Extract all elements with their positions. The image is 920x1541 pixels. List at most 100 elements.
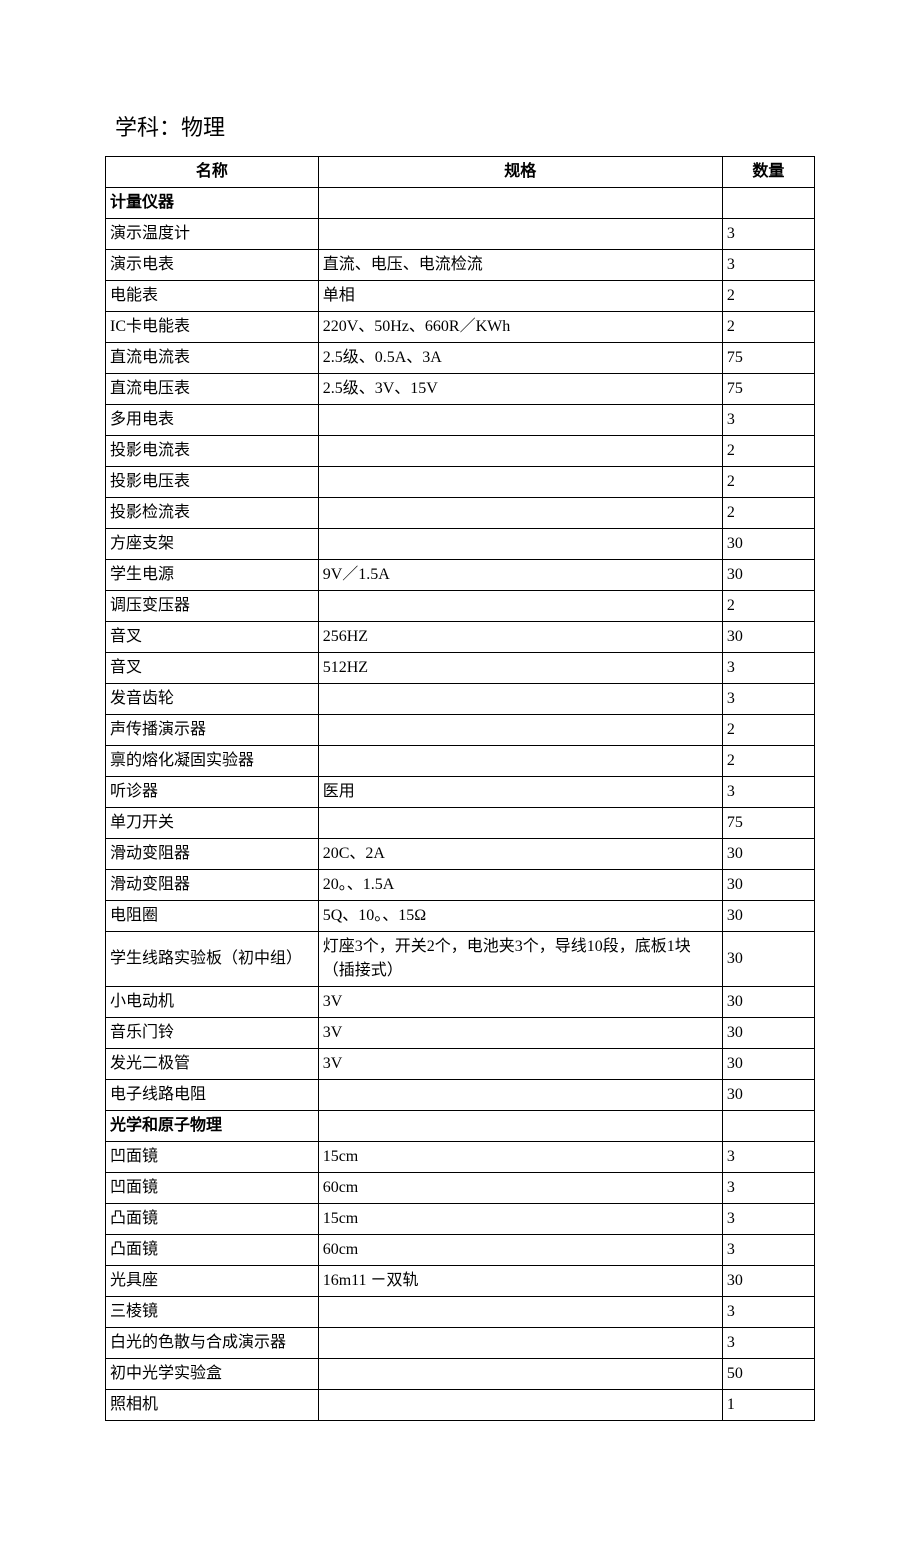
cell-qty: 3	[722, 1235, 814, 1266]
cell-name: 单刀开关	[106, 808, 319, 839]
cell-spec: 医用	[318, 777, 722, 808]
cell-name: 演示电表	[106, 250, 319, 281]
cell-qty: 30	[722, 987, 814, 1018]
table-row: 三棱镜3	[106, 1297, 815, 1328]
cell-spec	[318, 1297, 722, 1328]
cell-name: 电阻圈	[106, 901, 319, 932]
table-row: 投影电流表 2	[106, 436, 815, 467]
table-row: 光具座16m11 ㄧ双轨30	[106, 1266, 815, 1297]
cell-name: 滑动变阻器	[106, 839, 319, 870]
table-row: 直流电流表2.5级、0.5A、3A75	[106, 343, 815, 374]
table-row: 凹面镜60cm3	[106, 1173, 815, 1204]
cell-name: 照相机	[106, 1390, 319, 1421]
page-title: 学科：物理	[115, 110, 815, 142]
cell-name: 凹面镜	[106, 1142, 319, 1173]
table-row: 白光的色散与合成演示器3	[106, 1328, 815, 1359]
cell-spec: 20。、1.5A	[318, 870, 722, 901]
cell-spec	[318, 436, 722, 467]
table-row: 滑动变阻器20C、2A30	[106, 839, 815, 870]
cell-spec	[318, 529, 722, 560]
cell-spec: 512HZ	[318, 653, 722, 684]
cell-name: 声传播演示器	[106, 715, 319, 746]
table-row: 学生线路实验板（初中组）灯座3个，开关2个，电池夹3个，导线10段，底板1块（插…	[106, 932, 815, 987]
cell-qty: 2	[722, 746, 814, 777]
table-row: 音叉256HZ30	[106, 622, 815, 653]
cell-name: 光具座	[106, 1266, 319, 1297]
cell-qty: 30	[722, 932, 814, 987]
cell-qty: 2	[722, 715, 814, 746]
cell-qty: 2	[722, 312, 814, 343]
cell-name: 听诊器	[106, 777, 319, 808]
cell-spec: 256HZ	[318, 622, 722, 653]
table-row: 凹面镜15cm3	[106, 1142, 815, 1173]
cell-qty: 2	[722, 591, 814, 622]
table-row: 发音齿轮 3	[106, 684, 815, 715]
table-row: 初中光学实验盒50	[106, 1359, 815, 1390]
cell-qty: 3	[722, 250, 814, 281]
cell-name: 白光的色散与合成演示器	[106, 1328, 319, 1359]
table-row: 方座支架30	[106, 529, 815, 560]
table-row: 小电动机3V30	[106, 987, 815, 1018]
cell-spec: 60cm	[318, 1235, 722, 1266]
cell-qty: 1	[722, 1390, 814, 1421]
cell-spec: 220V、50Hz、660R／KWh	[318, 312, 722, 343]
cell-name: 发音齿轮	[106, 684, 319, 715]
cell-qty: 30	[722, 1049, 814, 1080]
table-row: IC卡电能表220V、50Hz、660R／KWh2	[106, 312, 815, 343]
cell-name: 学生线路实验板（初中组）	[106, 932, 319, 987]
table-row: 音乐门铃3V30	[106, 1018, 815, 1049]
cell-name: 直流电压表	[106, 374, 319, 405]
cell-spec	[318, 1390, 722, 1421]
cell-spec: 3V	[318, 1049, 722, 1080]
table-row: 投影检流表2	[106, 498, 815, 529]
cell-name: 光学和原子物理	[106, 1111, 319, 1142]
table-row: 音叉512HZ3	[106, 653, 815, 684]
table-row: 照相机 1	[106, 1390, 815, 1421]
table-row: 光学和原子物理	[106, 1111, 815, 1142]
cell-spec	[318, 219, 722, 250]
table-row: 直流电压表2.5级、3V、15V75	[106, 374, 815, 405]
cell-name: 凸面镜	[106, 1204, 319, 1235]
table-row: 听诊器医用3	[106, 777, 815, 808]
cell-qty: 3	[722, 653, 814, 684]
table-row: 调压变压器2	[106, 591, 815, 622]
cell-spec: 直流、电压、电流检流	[318, 250, 722, 281]
equipment-table: 名称 规格 数量 计量仪器演示温度计3演示电表直流、电压、电流检流3电能表单相2…	[105, 156, 815, 1421]
cell-name: 电能表	[106, 281, 319, 312]
cell-qty: 75	[722, 374, 814, 405]
table-row: 禀的熔化凝固实验器 2	[106, 746, 815, 777]
cell-spec	[318, 1359, 722, 1390]
cell-spec: 3V	[318, 987, 722, 1018]
cell-name: 演示温度计	[106, 219, 319, 250]
cell-spec: 灯座3个，开关2个，电池夹3个，导线10段，底板1块（插接式）	[318, 932, 722, 987]
cell-name: 禀的熔化凝固实验器	[106, 746, 319, 777]
cell-spec	[318, 684, 722, 715]
cell-name: 凹面镜	[106, 1173, 319, 1204]
cell-qty: 30	[722, 1018, 814, 1049]
cell-spec: 9V／1.5A	[318, 560, 722, 591]
header-name: 名称	[106, 157, 319, 188]
table-header-row: 名称 规格 数量	[106, 157, 815, 188]
cell-spec: 15cm	[318, 1142, 722, 1173]
cell-qty: 2	[722, 436, 814, 467]
cell-spec	[318, 591, 722, 622]
table-row: 凸面镜60cm3	[106, 1235, 815, 1266]
cell-name: 投影电流表	[106, 436, 319, 467]
cell-spec: 3V	[318, 1018, 722, 1049]
cell-spec	[318, 715, 722, 746]
cell-spec	[318, 498, 722, 529]
cell-name: 投影电压表	[106, 467, 319, 498]
table-row: 电子线路电阻30	[106, 1080, 815, 1111]
cell-qty	[722, 188, 814, 219]
cell-qty: 3	[722, 684, 814, 715]
cell-spec: 16m11 ㄧ双轨	[318, 1266, 722, 1297]
table-row: 凸面镜15cm3	[106, 1204, 815, 1235]
cell-name: 小电动机	[106, 987, 319, 1018]
table-row: 演示温度计3	[106, 219, 815, 250]
cell-name: 直流电流表	[106, 343, 319, 374]
cell-name: 音叉	[106, 653, 319, 684]
table-row: 声传播演示器 2	[106, 715, 815, 746]
cell-name: 投影检流表	[106, 498, 319, 529]
cell-name: 电子线路电阻	[106, 1080, 319, 1111]
cell-spec: 15cm	[318, 1204, 722, 1235]
